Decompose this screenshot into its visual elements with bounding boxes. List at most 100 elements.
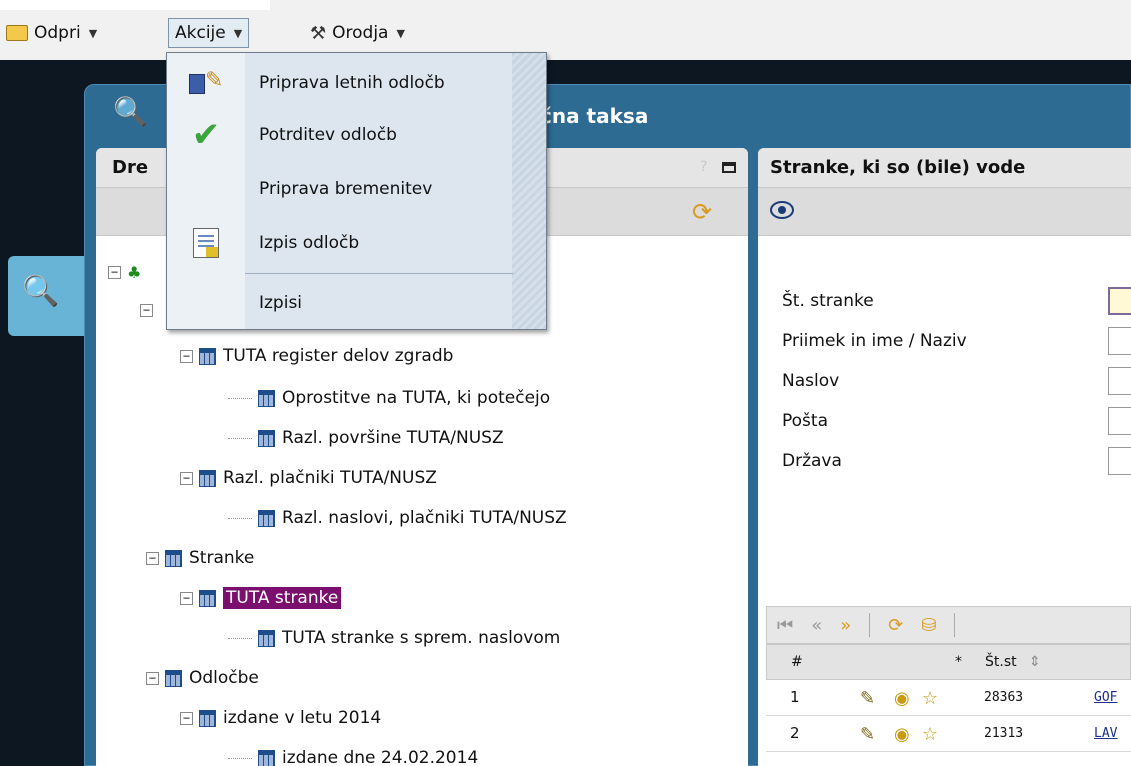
first-page-icon[interactable]: ⏮ bbox=[777, 615, 793, 636]
menu-item-priprava-letnih-odlocb[interactable]: ✎ Priprava letnih odločb bbox=[167, 57, 546, 109]
tree-node[interactable]: Razl. naslovi, plačniki TUTA/NUSZ bbox=[228, 500, 567, 536]
collapse-icon[interactable]: − bbox=[146, 671, 159, 685]
collapse-icon[interactable]: − bbox=[146, 551, 159, 565]
refresh-icon[interactable]: ⟳ bbox=[888, 615, 903, 636]
tree-node[interactable]: − Razl. plačniki TUTA/NUSZ bbox=[180, 460, 437, 496]
tree-node[interactable]: − Odločbe bbox=[146, 660, 259, 696]
help-icon[interactable]: ? bbox=[700, 159, 707, 175]
view-icon[interactable] bbox=[770, 201, 794, 219]
table-row[interactable]: 2 ✎ ◉ ☆ 21313 LAV bbox=[766, 716, 1131, 752]
table-icon bbox=[199, 469, 216, 487]
menu-item-label: Priprava bremenitev bbox=[259, 179, 433, 199]
menu-odpri[interactable]: Odpri ▼ bbox=[0, 18, 103, 48]
menu-item-izpisi[interactable]: Izpisi bbox=[167, 277, 546, 329]
st-stranke-input[interactable] bbox=[1108, 287, 1131, 315]
chevron-down-icon: ▼ bbox=[233, 26, 243, 40]
field-label: Država bbox=[782, 451, 842, 471]
akcije-dropdown-menu: ✎ Priprava letnih odločb ✔ Potrditev odl… bbox=[166, 52, 547, 330]
window-title: čna taksa bbox=[540, 104, 649, 128]
eye-icon[interactable]: ◉ bbox=[894, 724, 910, 745]
star-icon[interactable]: ☆ bbox=[922, 688, 938, 709]
prev-page-icon[interactable]: « bbox=[811, 615, 822, 636]
form-row-priimek: Priimek in ime / Naziv bbox=[782, 326, 1131, 356]
collapse-icon[interactable]: − bbox=[180, 711, 193, 725]
tree-node[interactable]: izdane dne 24.02.2014 bbox=[228, 740, 478, 766]
collapse-icon[interactable]: − bbox=[180, 471, 193, 485]
magnifier-icon: 🔍 bbox=[22, 274, 60, 309]
menu-top-strip bbox=[0, 0, 270, 10]
drzava-input[interactable] bbox=[1108, 447, 1131, 475]
tree-node-label: Oprostitve na TUTA, ki potečejo bbox=[282, 388, 551, 408]
tree-connector bbox=[228, 637, 252, 639]
calculator-icon: ✎ bbox=[167, 68, 245, 98]
column-header-star: * bbox=[955, 654, 962, 670]
collapse-icon[interactable]: − bbox=[180, 349, 193, 363]
pencil-icon[interactable]: ✎ bbox=[860, 688, 875, 709]
collapse-icon[interactable]: − bbox=[140, 303, 153, 317]
tree-node-label: izdane v letu 2014 bbox=[223, 708, 382, 728]
tree-node-label: Razl. plačniki TUTA/NUSZ bbox=[223, 468, 437, 488]
grid-toolbar: ⏮ « » ⟳ ⛁ bbox=[766, 606, 1131, 644]
collapse-icon[interactable]: − bbox=[180, 591, 193, 605]
tree-connector bbox=[228, 517, 252, 519]
menu-item-potrditev-odlocb[interactable]: ✔ Potrditev odločb bbox=[167, 109, 546, 161]
tree-node[interactable]: − izdane v letu 2014 bbox=[180, 700, 381, 736]
tree-node[interactable]: Oprostitve na TUTA, ki potečejo bbox=[228, 380, 550, 416]
tree-node-collapsed[interactable]: − bbox=[140, 292, 159, 328]
menu-orodja-label: Orodja bbox=[332, 23, 389, 43]
tree-root[interactable]: − ♣ bbox=[108, 254, 145, 290]
posta-input[interactable] bbox=[1108, 407, 1131, 435]
side-search-tab[interactable]: 🔍 bbox=[8, 256, 86, 336]
document-icon bbox=[167, 228, 245, 258]
tree-icon: ♣ bbox=[127, 262, 142, 282]
chevron-down-icon: ▼ bbox=[88, 26, 98, 40]
table-row[interactable]: 1 ✎ ◉ ☆ 28363 GOF bbox=[766, 680, 1131, 716]
collapse-icon[interactable]: − bbox=[108, 265, 121, 279]
tree-node-label: TUTA stranke s sprem. naslovom bbox=[282, 628, 561, 648]
next-page-icon[interactable]: » bbox=[840, 615, 851, 636]
database-icon[interactable]: ⛁ bbox=[921, 615, 936, 636]
row-index: 2 bbox=[790, 724, 800, 742]
row-number: 21313 bbox=[984, 726, 1024, 741]
field-label: Št. stranke bbox=[782, 291, 874, 311]
maximize-icon[interactable] bbox=[722, 162, 736, 173]
tree-node[interactable]: Razl. površine TUTA/NUSZ bbox=[228, 420, 504, 456]
naslov-input[interactable] bbox=[1108, 367, 1131, 395]
priimek-input[interactable] bbox=[1108, 327, 1131, 355]
window-icon: 🔍 bbox=[113, 95, 148, 128]
menu-item-label: Priprava letnih odločb bbox=[259, 73, 445, 93]
tree-node-label: TUTA register delov zgradb bbox=[223, 346, 454, 366]
pencil-icon[interactable]: ✎ bbox=[860, 724, 875, 745]
star-icon[interactable]: ☆ bbox=[922, 724, 938, 745]
clients-toolbar bbox=[758, 188, 1131, 236]
checkmark-icon: ✔ bbox=[191, 115, 221, 155]
menu-orodja[interactable]: ⚒ Orodja ▼ bbox=[304, 18, 411, 48]
refresh-icon[interactable]: ⟳ bbox=[692, 198, 712, 226]
menu-bar: Odpri ▼ Akcije ▼ ⚒ Orodja ▼ bbox=[0, 0, 1131, 60]
menu-akcije[interactable]: Akcije ▼ bbox=[168, 18, 250, 48]
tree-panel-title: Dre bbox=[112, 157, 149, 178]
tree-node-selected[interactable]: − TUTA stranke bbox=[180, 580, 342, 616]
menu-item-priprava-bremenitev[interactable]: Priprava bremenitev bbox=[167, 163, 546, 215]
row-name-link[interactable]: LAV bbox=[1094, 726, 1117, 741]
tree-node-label: Razl. naslovi, plačniki TUTA/NUSZ bbox=[282, 508, 567, 528]
tree-node-label: Razl. površine TUTA/NUSZ bbox=[282, 428, 504, 448]
tools-icon: ⚒ bbox=[310, 22, 327, 44]
sort-icon[interactable]: ⇕ bbox=[1029, 654, 1041, 670]
folder-icon bbox=[6, 25, 28, 41]
tree-connector bbox=[228, 437, 252, 439]
chevron-down-icon: ▼ bbox=[396, 26, 405, 40]
eye-icon[interactable]: ◉ bbox=[894, 688, 910, 709]
toolbar-divider bbox=[869, 613, 871, 637]
menu-item-izpis-odlocb[interactable]: Izpis odločb bbox=[167, 217, 546, 269]
tree-node[interactable]: − Stranke bbox=[146, 540, 254, 576]
tree-node[interactable]: − TUTA register delov zgradb bbox=[180, 338, 453, 374]
tree-node-label: Odločbe bbox=[189, 668, 259, 688]
menu-item-label: Izpis odločb bbox=[259, 233, 360, 253]
column-header-st[interactable]: Št.st bbox=[985, 654, 1017, 670]
clients-panel: Stranke, ki so (bile) vode Št. stranke P… bbox=[758, 148, 1131, 766]
field-label: Priimek in ime / Naziv bbox=[782, 331, 967, 351]
row-name-link[interactable]: GOF bbox=[1094, 690, 1117, 705]
toolbar-divider bbox=[954, 613, 956, 637]
tree-node[interactable]: TUTA stranke s sprem. naslovom bbox=[228, 620, 560, 656]
